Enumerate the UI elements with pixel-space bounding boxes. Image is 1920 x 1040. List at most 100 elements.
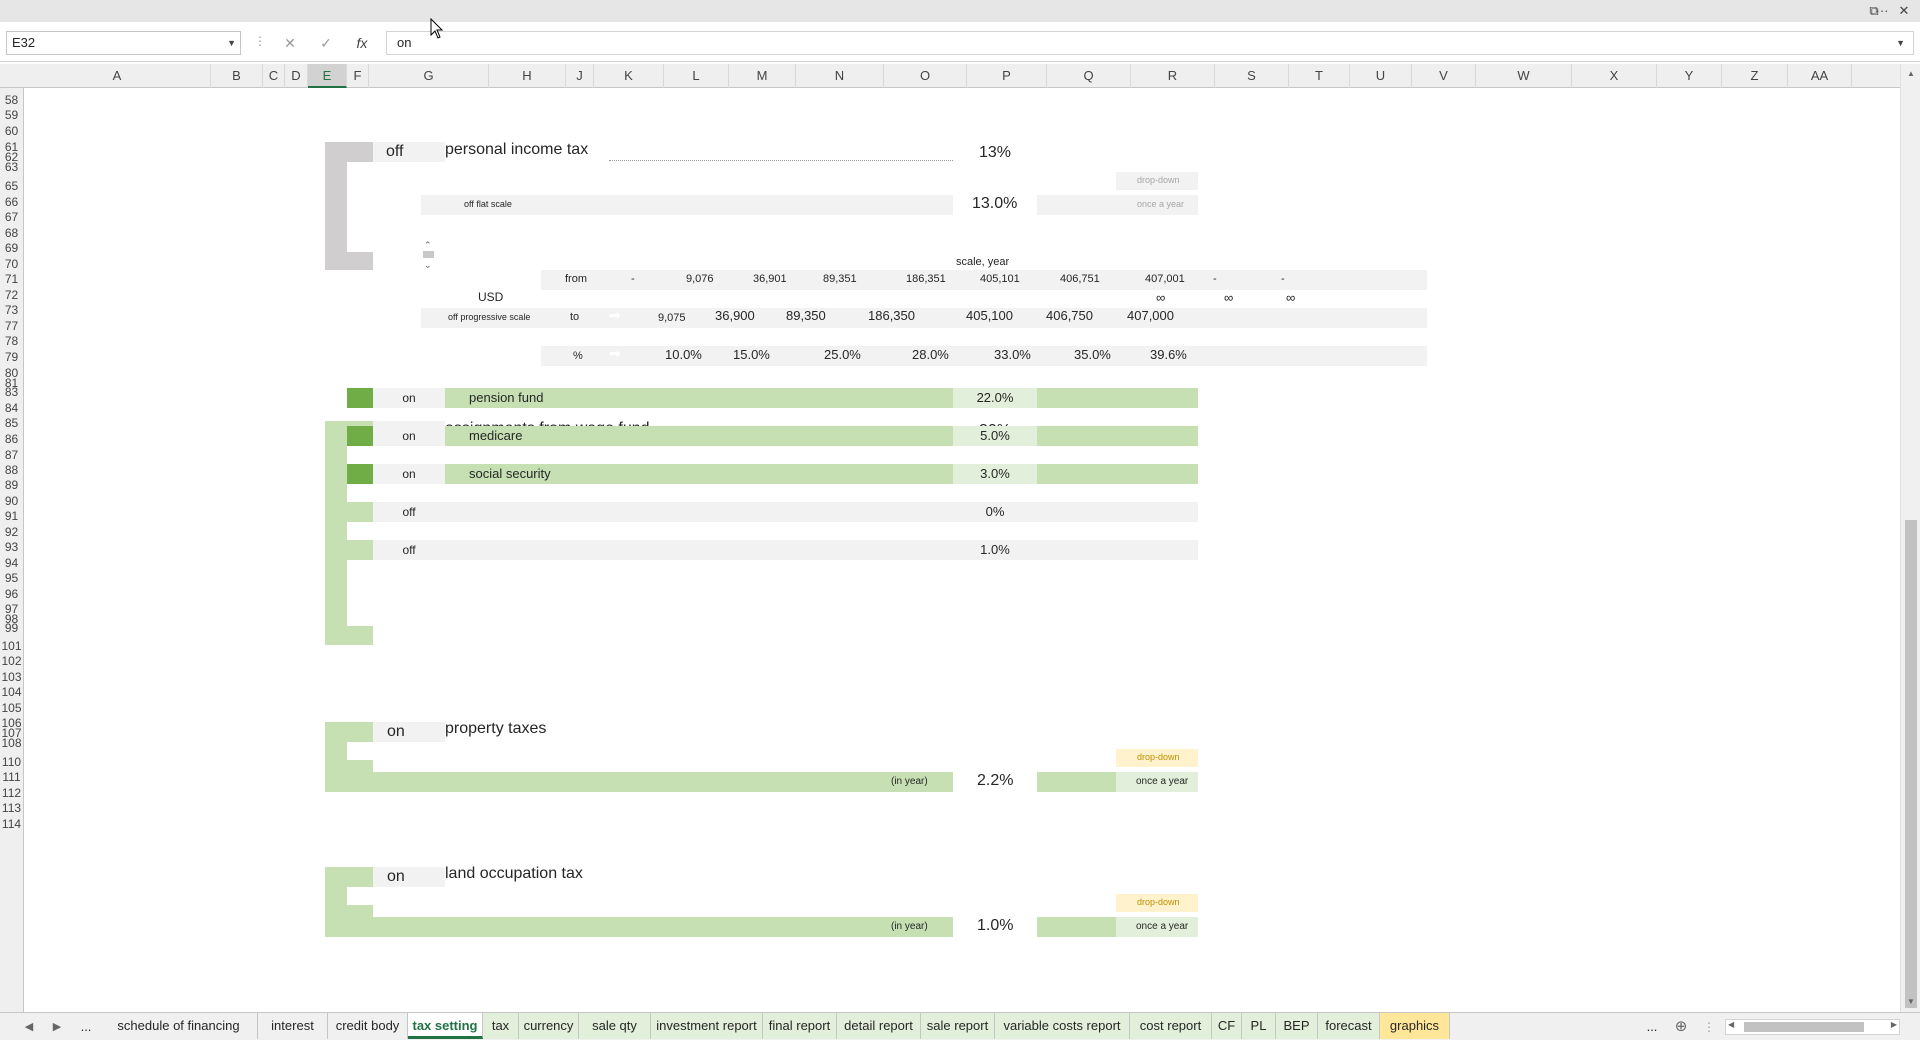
sheet-tab-cost-report[interactable]: cost report <box>1130 1013 1212 1039</box>
row-header-72[interactable]: 72 <box>0 288 23 302</box>
row-header-86[interactable]: 86 <box>0 432 23 446</box>
spin-up-icon[interactable]: ⌃ <box>424 240 432 251</box>
row-header-90[interactable]: 90 <box>0 494 23 508</box>
row-header-105[interactable]: 105 <box>0 701 23 715</box>
row-header-95[interactable]: 95 <box>0 571 23 585</box>
land-toggle-cell[interactable] <box>373 867 445 887</box>
row-header-88[interactable]: 88 <box>0 463 23 477</box>
column-header-L[interactable]: L <box>664 64 729 88</box>
scroll-up-icon[interactable]: ▲ <box>1901 66 1920 82</box>
dropdown-label[interactable]: drop-down <box>1137 752 1180 762</box>
add-sheet-icon[interactable]: ⊕ <box>1672 1017 1690 1037</box>
property-frequency[interactable]: once a year <box>1136 776 1188 787</box>
worksheet-grid[interactable]: off personal income tax 13% drop-down of… <box>25 88 1900 1012</box>
row-header-65[interactable]: 65 <box>0 179 23 193</box>
column-header-Z[interactable]: Z <box>1722 64 1788 88</box>
more-sheets-left[interactable]: ... <box>76 1017 96 1037</box>
row-header-93[interactable]: 93 <box>0 540 23 554</box>
column-header-Q[interactable]: Q <box>1047 64 1131 88</box>
row-header-102[interactable]: 102 <box>0 654 23 668</box>
sheet-tab-cf[interactable]: CF <box>1212 1013 1242 1039</box>
chevron-down-icon[interactable]: ▼ <box>227 32 236 54</box>
cancel-icon[interactable]: ✕ <box>278 33 302 53</box>
column-header-D[interactable]: D <box>285 64 308 88</box>
column-header-AA[interactable]: AA <box>1788 64 1852 88</box>
sheet-tab-sale-report[interactable]: sale report <box>921 1013 995 1039</box>
row-header-111[interactable]: 111 <box>0 770 23 784</box>
row-header-77[interactable]: 77 <box>0 319 23 333</box>
sheet-tab-pl[interactable]: PL <box>1242 1013 1276 1039</box>
sheet-tab-tax-setting[interactable]: tax setting <box>408 1013 483 1039</box>
row-header-96[interactable]: 96 <box>0 587 23 601</box>
row-header-108[interactable]: 108 <box>0 736 23 750</box>
row-header-58[interactable]: 58 <box>0 93 23 107</box>
row-header-99[interactable]: 99 <box>0 621 23 635</box>
row-header-70[interactable]: 70 <box>0 257 23 271</box>
row-header-60[interactable]: 60 <box>0 124 23 138</box>
more-sheets-right[interactable]: ... <box>1642 1017 1662 1037</box>
sheet-tab-variable-costs-report[interactable]: variable costs report <box>995 1013 1130 1039</box>
row-header-103[interactable]: 103 <box>0 670 23 684</box>
row-header-69[interactable]: 69 <box>0 241 23 255</box>
column-header-A[interactable]: A <box>24 64 211 88</box>
dropdown-label[interactable]: drop-down <box>1137 897 1180 907</box>
row-header-68[interactable]: 68 <box>0 226 23 240</box>
column-header-U[interactable]: U <box>1350 64 1412 88</box>
column-header-E[interactable]: E <box>308 64 347 88</box>
prev-sheet-icon[interactable]: ◀ <box>20 1017 38 1037</box>
column-header-N[interactable]: N <box>796 64 884 88</box>
column-header-F[interactable]: F <box>347 64 369 88</box>
column-header-M[interactable]: M <box>729 64 796 88</box>
vertical-scroll-thumb[interactable] <box>1905 520 1917 1008</box>
sheet-tab-forecast[interactable]: forecast <box>1318 1013 1380 1039</box>
next-sheet-icon[interactable]: ▶ <box>48 1017 66 1037</box>
enter-icon[interactable]: ✓ <box>314 33 338 53</box>
scroll-down-icon[interactable]: ▼ <box>1901 994 1920 1010</box>
sheet-tab-currency[interactable]: currency <box>519 1013 579 1039</box>
column-header-G[interactable]: G <box>369 64 489 88</box>
row-header-67[interactable]: 67 <box>0 210 23 224</box>
column-header-V[interactable]: V <box>1412 64 1476 88</box>
row-header-89[interactable]: 89 <box>0 478 23 492</box>
sheet-tab-credit-body[interactable]: credit body <box>328 1013 408 1039</box>
row-header-87[interactable]: 87 <box>0 448 23 462</box>
sheet-tab-graphics[interactable]: graphics <box>1380 1013 1450 1039</box>
row-header-113[interactable]: 113 <box>0 801 23 815</box>
sheet-tab-sale-qty[interactable]: sale qty <box>579 1013 651 1039</box>
income-tax-toggle-cell[interactable] <box>373 142 445 162</box>
horizontal-scroll-thumb[interactable] <box>1744 1022 1864 1032</box>
progressive-scale-label[interactable]: off progressive scale <box>448 312 530 322</box>
row-header-78[interactable]: 78 <box>0 334 23 348</box>
wage-item-toggle[interactable]: off <box>373 540 445 560</box>
row-header-79[interactable]: 79 <box>0 350 23 364</box>
row-header-101[interactable]: 101 <box>0 639 23 653</box>
insert-function-icon[interactable]: fx <box>350 33 374 53</box>
vertical-scrollbar[interactable]: ▲ ▼ <box>1900 64 1920 1012</box>
column-header-C[interactable]: C <box>263 64 285 88</box>
column-header-X[interactable]: X <box>1572 64 1657 88</box>
spin-button[interactable]: ⌃ ⌄ <box>421 240 443 270</box>
row-header-85[interactable]: 85 <box>0 416 23 430</box>
column-header-J[interactable]: J <box>566 64 594 88</box>
scroll-right-icon[interactable]: ▶ <box>1891 1020 1897 1029</box>
expand-formula-icon[interactable]: ▼ <box>1896 32 1905 54</box>
sheet-tab-detail-report[interactable]: detail report <box>837 1013 921 1039</box>
formula-input[interactable]: on ▼ <box>386 31 1914 55</box>
column-header-H[interactable]: H <box>489 64 566 88</box>
row-header-84[interactable]: 84 <box>0 401 23 415</box>
flat-scale-label[interactable]: off flat scale <box>464 199 512 209</box>
row-header-112[interactable]: 112 <box>0 786 23 800</box>
property-toggle-cell[interactable] <box>373 722 445 742</box>
close-icon[interactable]: ✕ <box>1892 1 1916 21</box>
row-header-104[interactable]: 104 <box>0 685 23 699</box>
row-header-91[interactable]: 91 <box>0 509 23 523</box>
row-header-73[interactable]: 73 <box>0 303 23 317</box>
column-header-K[interactable]: K <box>594 64 664 88</box>
scroll-left-icon[interactable]: ◀ <box>1728 1020 1734 1029</box>
sheet-tab-tax[interactable]: tax <box>483 1013 519 1039</box>
sheet-tab-schedule-of-financing[interactable]: schedule of financing <box>100 1013 258 1039</box>
column-header-S[interactable]: S <box>1215 64 1289 88</box>
row-header-66[interactable]: 66 <box>0 195 23 209</box>
land-toggle[interactable]: on <box>387 868 405 886</box>
flat-frequency[interactable]: once a year <box>1137 199 1184 209</box>
